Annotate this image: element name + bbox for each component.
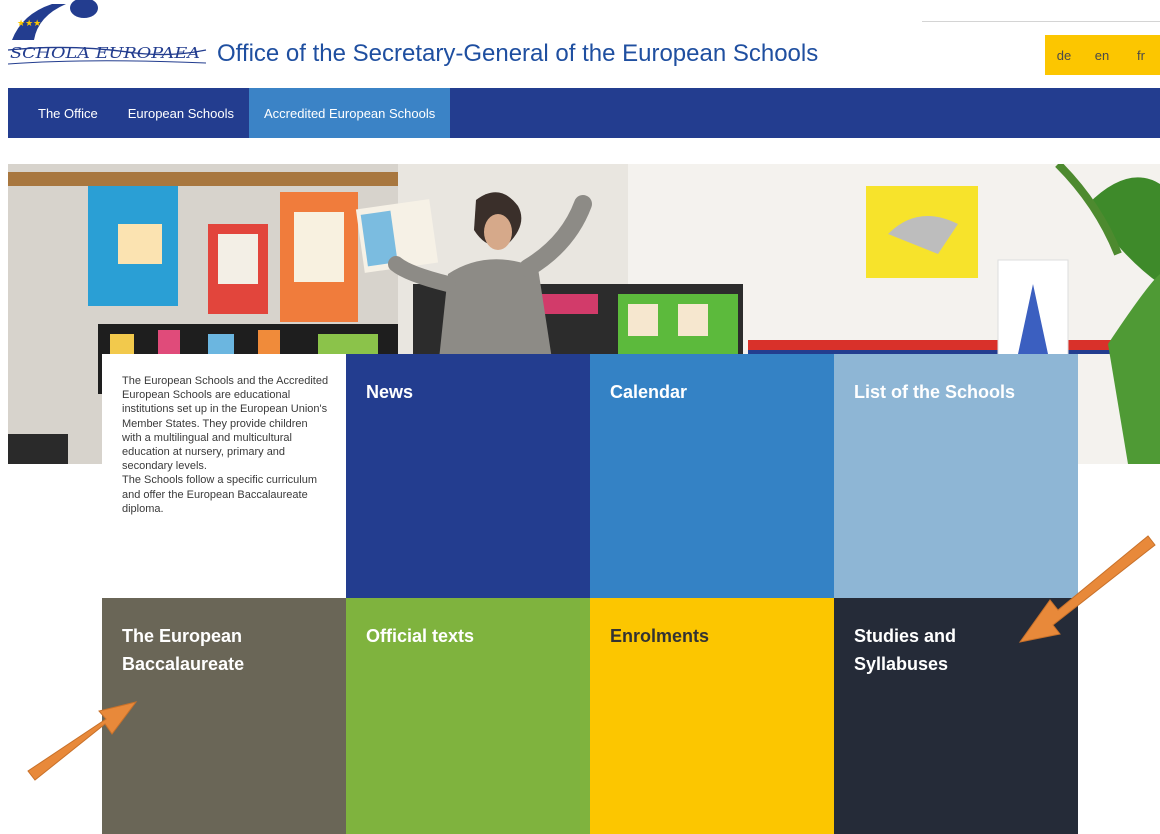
tile-news-label: News (366, 382, 414, 402)
tile-enrolments[interactable]: Enrolments (590, 598, 834, 834)
site-title[interactable]: Office of the Secretary-General of the E… (217, 40, 818, 68)
tile-list-of-schools-label: List of the Schools (854, 382, 1016, 402)
tile-official-texts[interactable]: Official texts (346, 598, 590, 834)
header-divider (922, 21, 1160, 22)
svg-text:★★★: ★★★ (17, 19, 41, 29)
lang-fr-button[interactable]: fr (1121, 35, 1160, 75)
tile-studies-and-syllabuses[interactable]: Studies and Syllabuses (834, 598, 1078, 834)
tile-european-baccalaureate[interactable]: The European Baccalaureate (102, 598, 346, 834)
schola-europaea-logo[interactable]: ★★★ SCHOLA EUROPAEA (7, 0, 208, 70)
lang-de-button[interactable]: de (1045, 35, 1083, 75)
lang-en-button[interactable]: en (1083, 35, 1121, 75)
tile-european-baccalaureate-label: The European Baccalaureate (122, 626, 245, 674)
tile-calendar[interactable]: Calendar (590, 354, 834, 598)
tile-enrolments-label: Enrolments (610, 626, 710, 646)
nav-accredited-european-schools[interactable]: Accredited European Schools (248, 88, 451, 138)
tile-calendar-label: Calendar (610, 382, 688, 402)
language-switcher: de en fr (1045, 35, 1160, 75)
tile-studies-and-syllabuses-label: Studies and Syllabuses (854, 626, 957, 674)
intro-text-box: The European Schools and the Accredited … (102, 354, 346, 598)
main-nav: The Office European Schools Accredited E… (8, 88, 1160, 138)
nav-european-schools[interactable]: European Schools (113, 88, 249, 138)
tile-official-texts-label: Official texts (366, 626, 475, 646)
logo-wordmark: SCHOLA EUROPAEA (10, 44, 200, 62)
intro-paragraph-1: The European Schools and the Accredited … (122, 375, 329, 473)
nav-the-office[interactable]: The Office (8, 88, 113, 138)
intro-paragraph-2: The Schools follow a specific curriculum… (122, 474, 318, 515)
tile-list-of-schools[interactable]: List of the Schools (834, 354, 1078, 598)
tile-news[interactable]: News (346, 354, 590, 598)
